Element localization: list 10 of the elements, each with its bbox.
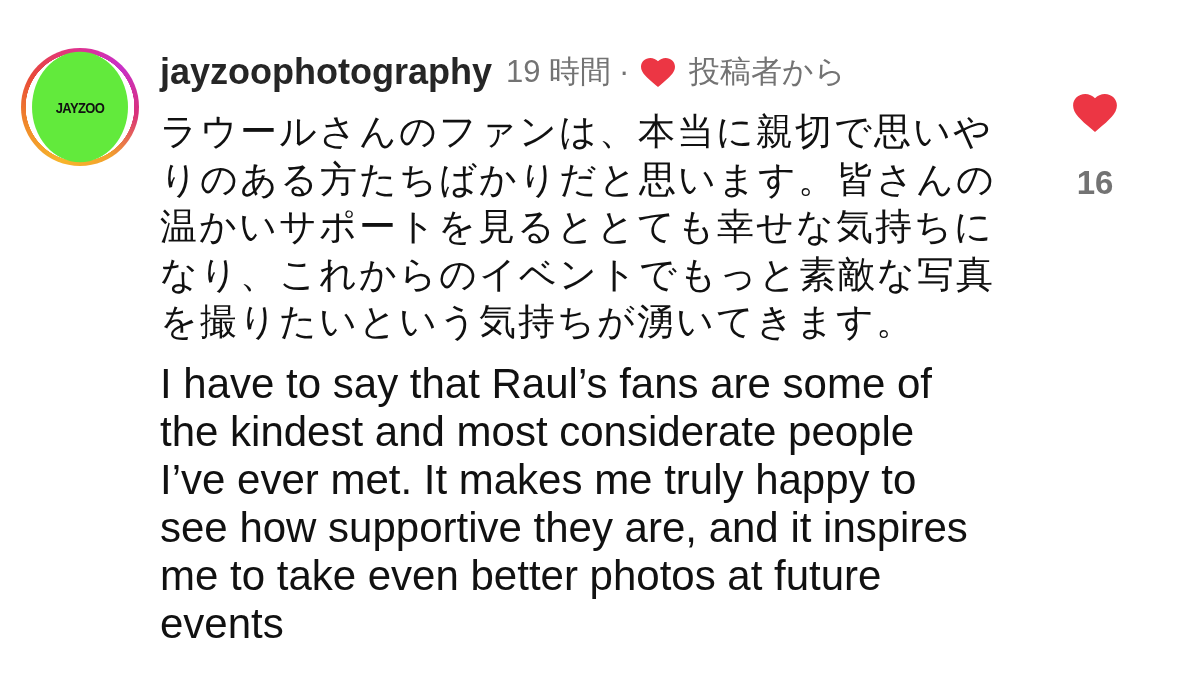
like-count: 16 <box>1076 169 1114 197</box>
separator-dot: · <box>619 54 630 90</box>
comment-time: 19 時間 <box>506 53 612 91</box>
comment-text-japanese: ラウールさんのファンは、本当に親切で思いやりのある方たちばかりだと思います。皆さんの温かいサポートを見るととても幸せな気持ちになり、これからのイベントでもっと素敵な写真を撮りたいという気持ちが湧いてきます。 <box>160 109 997 345</box>
story-ring[interactable]: JAYZOO <box>21 48 139 166</box>
comment-text-english: I have to say that Raul’s fans are some of the kindest and most considerate people I’ve ever met. It makes me truly happy to see how supportive they are, and it inspires me to take even better photos at future events <box>160 359 969 648</box>
like-heart-icon[interactable] <box>1072 93 1118 133</box>
avatar-logo[interactable]: JAYZOO <box>32 51 128 163</box>
username[interactable]: jayzoophotography <box>160 51 492 93</box>
author-like-label: 投稿者から <box>689 53 847 91</box>
